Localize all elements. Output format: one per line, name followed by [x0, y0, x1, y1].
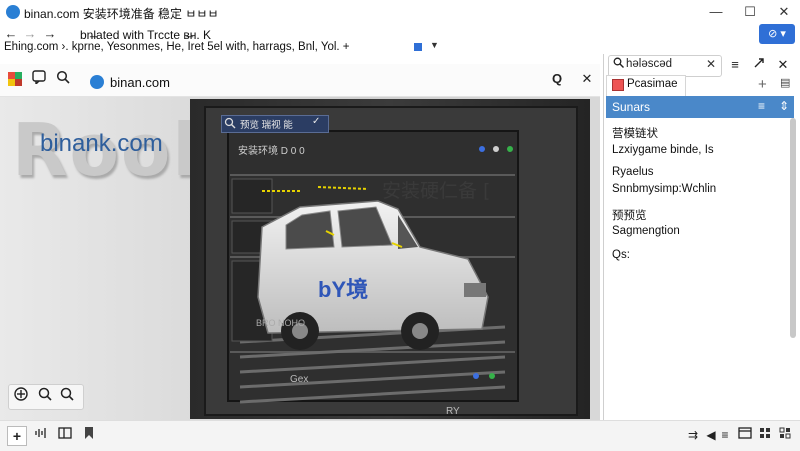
panel-header-menu-icon[interactable]: ≡	[758, 99, 765, 113]
site-favicon-icon	[90, 75, 104, 89]
grid-icon[interactable]	[756, 426, 774, 444]
close-button[interactable]: ✕	[770, 2, 798, 22]
chat-icon[interactable]	[30, 70, 48, 88]
bookmarks-bar[interactable]: Ehing.com ›. kprne, Yesonmes, He, Iret 5…	[4, 41, 350, 53]
panel-header-expand-icon[interactable]: ⇕	[779, 99, 789, 113]
deck-label: BRO NOHO	[256, 318, 306, 328]
close-tab-icon[interactable]: ✕	[578, 70, 596, 88]
status-light-green-lower	[489, 373, 495, 379]
panel-icon[interactable]	[56, 426, 74, 444]
orbit-icon[interactable]	[11, 386, 31, 406]
panel-line[interactable]: Sagmengtion	[612, 225, 680, 237]
colorful-app-icon[interactable]	[8, 72, 22, 86]
chevron-down-icon[interactable]: ▼	[430, 40, 439, 50]
panel-overflow-icon[interactable]: ▤	[780, 76, 790, 89]
panel-line[interactable]: Ryaelus	[612, 166, 654, 178]
van-logo: bY境	[318, 277, 369, 302]
panel-divider[interactable]	[603, 54, 604, 420]
status-light-green	[507, 146, 513, 152]
panel-pin-icon[interactable]	[750, 56, 768, 74]
environment-label: 安装硬仁备 [	[382, 180, 491, 202]
status-light-blue	[479, 146, 485, 152]
deck-label-corner: RY	[446, 406, 460, 417]
browser-logo-icon	[6, 5, 20, 19]
overlay-title: 预览 瑞视 能	[240, 120, 293, 131]
overlay-check-icon[interactable]: ✓	[312, 116, 320, 127]
panel-search-icon	[613, 57, 624, 71]
panel-search-clear-icon[interactable]: ✕	[706, 57, 716, 71]
overlay-search-icon[interactable]	[224, 117, 236, 129]
panel-line[interactable]: 预预览	[612, 207, 647, 223]
panel-line[interactable]: Qs:	[612, 249, 630, 261]
panel-line[interactable]: 营模链状	[612, 125, 658, 141]
maximize-button[interactable]: ☐	[736, 2, 764, 22]
add-icon[interactable]: +	[7, 426, 27, 446]
search-icon[interactable]	[54, 70, 72, 88]
overlay-subtitle: 安装环境 D 0 0	[238, 146, 305, 157]
panel-tab-icon	[612, 79, 624, 91]
site-name[interactable]: binan.com	[110, 75, 170, 90]
bookmark-icon[interactable]	[80, 426, 98, 444]
list-icon[interactable]: ≡	[716, 426, 734, 444]
deck-label-lower: Gex	[290, 374, 309, 385]
waveform-icon[interactable]	[32, 426, 50, 444]
bookmark-flag-icon[interactable]	[414, 43, 422, 51]
address-text[interactable]: bn̶lated with Trccte ʙ̶ʜ. K	[80, 28, 211, 42]
window-title: binan.com 安装环境准备 稳定 ㅂㅂㅂ	[24, 7, 219, 21]
fit-icon[interactable]: ⇉	[684, 426, 702, 444]
panel-header-label: Sunars	[612, 100, 651, 114]
status-light-white	[493, 146, 499, 152]
minimize-button[interactable]: —	[702, 2, 730, 22]
panel-search-text[interactable]: hələscəd	[626, 58, 672, 70]
panel-line[interactable]: Snnbmysimp:Wchlin	[612, 183, 716, 195]
panel-close-icon[interactable]: ✕	[774, 56, 792, 74]
panel-tab-label[interactable]: Pcasimae	[627, 78, 678, 90]
window-icon[interactable]	[736, 426, 754, 444]
settings-grid-icon[interactable]	[776, 426, 794, 444]
panel-menu-icon[interactable]: ≡	[726, 56, 744, 74]
zoom-out-icon[interactable]	[57, 386, 77, 406]
status-light-blue-lower	[473, 373, 479, 379]
panel-add-tab-button[interactable]: +	[758, 76, 767, 93]
status-bar	[0, 420, 800, 451]
account-button[interactable]: ⊘ ▾	[759, 24, 795, 44]
zoom-in-icon[interactable]	[35, 386, 55, 406]
profile-icon[interactable]: Q	[548, 70, 566, 88]
panel-line[interactable]: Lzxiygame binde, Is	[612, 144, 714, 156]
panel-scrollbar[interactable]	[790, 118, 796, 338]
panel-body	[606, 118, 794, 420]
